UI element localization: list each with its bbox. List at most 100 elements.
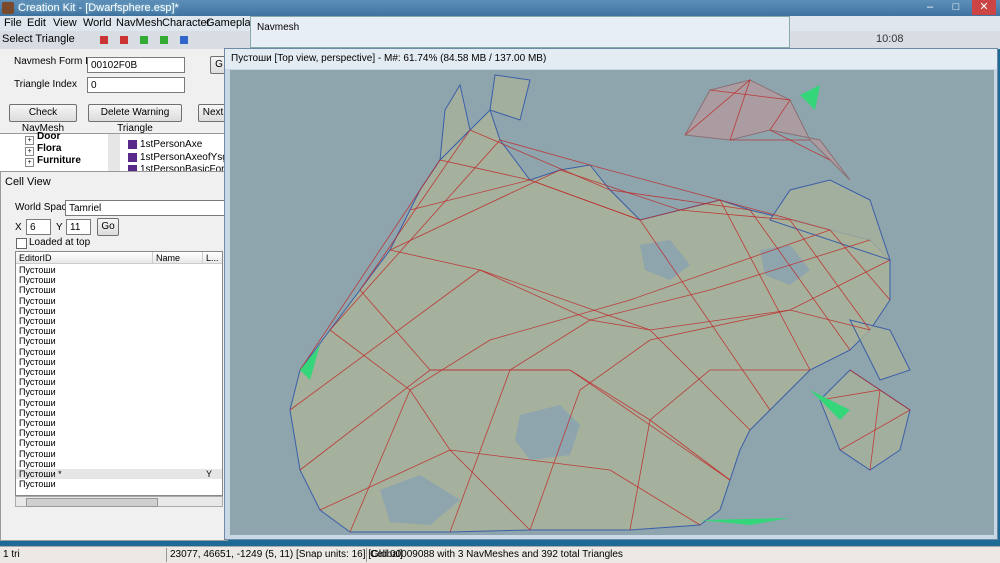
menu-navmesh[interactable]: NavMesh (116, 17, 162, 29)
list-item[interactable]: Пустоши (16, 408, 222, 418)
minimize-icon[interactable]: – (918, 0, 942, 15)
list-item[interactable]: Пустоши (16, 367, 222, 377)
form-id-input[interactable]: 00102F0B (87, 57, 185, 73)
column-loaded[interactable]: L... (203, 252, 222, 264)
maximize-icon[interactable]: □ (944, 0, 968, 15)
navmesh-window-title: Navmesh (257, 22, 300, 33)
list-item[interactable]: Пустоши (16, 438, 222, 448)
list-item[interactable]: Пустоши (16, 428, 222, 438)
cell-list[interactable]: EditorID Name L... Пустоши Пустоши Пустоши… (15, 251, 223, 496)
cell-editorid: Пустоши (19, 438, 56, 449)
navmesh-area-main (289, 109, 891, 533)
select-triangle-title: Select Triangle (2, 33, 75, 45)
list-item[interactable]: Пустоши (16, 316, 222, 326)
list-item[interactable]: Пустоши (16, 285, 222, 295)
window-title: Creation Kit - [Dwarfsphere.esp]* (18, 2, 179, 14)
close-icon[interactable]: ✕ (972, 0, 996, 15)
list-item[interactable]: Пустоши (16, 265, 222, 275)
tree-item-door[interactable]: Door (37, 131, 60, 142)
navmesh-viewport[interactable] (230, 70, 994, 535)
navmesh-area-lobe (489, 74, 531, 121)
list-item[interactable]: Пустоши (16, 418, 222, 428)
menu-gameplay[interactable]: Gameplay (206, 17, 256, 29)
cell-editorid: Пустоши (19, 448, 56, 459)
cell-editorid: Пустоши (19, 295, 56, 306)
expand-icon[interactable]: + (25, 147, 34, 156)
cell-view-window: Cell View World Space Tamriel X 6 Y 11 G… (0, 171, 228, 541)
app-icon (2, 2, 14, 14)
list-item[interactable]: Пустоши (16, 398, 222, 408)
form-icon (128, 140, 137, 149)
status-cell: Cell 00009088 with 3 NavMeshes and 392 t… (370, 549, 623, 560)
navmesh-window: Navmesh (250, 16, 790, 48)
cell-editorid: Пустоши (19, 407, 56, 418)
form-icon (128, 153, 137, 162)
navmesh-render[interactable] (230, 70, 994, 535)
object-window: + Door + Flora + Furniture 1stPersonAxe … (0, 131, 254, 175)
menu-file[interactable]: File (4, 17, 22, 29)
menu-character[interactable]: Character (162, 17, 210, 29)
render-window: Пустоши [Top view, perspective] - M#: 61… (224, 48, 998, 540)
status-coords: 23077, 46651, -1249 (5, 11) [Snap units:… (170, 549, 403, 560)
tree-item-flora[interactable]: Flora (37, 143, 61, 154)
loaded-at-top-label: Loaded at top (29, 237, 91, 248)
cell-editorid: Пустоши (19, 418, 56, 428)
x-label: X (15, 222, 22, 233)
list-item[interactable]: Пустоши (16, 275, 222, 285)
list-item[interactable]: Пустоши (16, 479, 222, 489)
list-item[interactable]: Пустоши (16, 306, 222, 316)
main-title-bar: Creation Kit - [Dwarfsphere.esp]* – □ ✕ (0, 0, 1000, 16)
cell-editorid: Пустоши (19, 265, 56, 275)
cell-editorid: Пустоши (19, 316, 56, 326)
cell-go-button[interactable]: Go (97, 218, 119, 236)
clock-text: 10:08 (876, 33, 904, 45)
list-item[interactable]: Пустоши (16, 336, 222, 346)
tree-item-furniture[interactable]: Furniture (37, 155, 81, 166)
selected-triangle (800, 85, 820, 110)
column-editorid[interactable]: EditorID (16, 252, 153, 264)
list-item[interactable]: Пустоши (16, 296, 222, 306)
list-item[interactable]: Пустоши (16, 387, 222, 397)
expand-icon[interactable]: + (25, 136, 34, 145)
list-item[interactable]: Пустоши (16, 326, 222, 336)
cell-editorid: Пустоши (19, 305, 56, 316)
cell-editorid: Пустоши (19, 275, 56, 286)
list-item[interactable]: Пустоши * Y (16, 469, 222, 480)
y-input[interactable]: 11 (66, 219, 91, 235)
list-item[interactable]: Пустоши (16, 449, 222, 459)
x-input[interactable]: 6 (26, 219, 51, 235)
triangle-index-input[interactable]: 0 (87, 77, 185, 93)
cell-editorid: Пустоши (19, 356, 56, 367)
cell-list-hscrollbar[interactable] (15, 496, 223, 507)
navmesh-area-island (849, 319, 911, 381)
loaded-at-top-checkbox[interactable] (16, 238, 27, 249)
column-name[interactable]: Name (153, 252, 203, 264)
expand-icon[interactable]: + (25, 158, 34, 167)
menu-world[interactable]: World (83, 17, 112, 29)
scroll-thumb[interactable] (26, 498, 158, 507)
status-separator (366, 548, 367, 562)
tree-scrollbar[interactable] (108, 134, 120, 172)
cell-view-title: Cell View (5, 176, 51, 188)
delete-warning-triangle-button[interactable]: Delete Warning Triangle (88, 104, 182, 134)
check-navmesh-button[interactable]: Check NavMesh (9, 104, 77, 134)
menu-edit[interactable]: Edit (27, 17, 46, 29)
menu-view[interactable]: View (53, 17, 77, 29)
status-separator (166, 548, 167, 562)
selected-triangle (700, 518, 790, 525)
y-label: Y (56, 222, 63, 233)
status-tri: 1 tri (3, 549, 20, 560)
list-item[interactable]: Пустоши (16, 459, 222, 469)
cell-editorid: Пустоши (19, 346, 56, 357)
form-id-label: Navmesh Form ID (14, 56, 96, 67)
cell-editorid: Пустоши (19, 326, 56, 337)
form-item[interactable]: 1stPersonAxe (140, 139, 202, 150)
list-item[interactable]: Пустоши (16, 377, 222, 387)
cell-editorid: Пустоши (19, 367, 56, 377)
world-space-select[interactable]: Tamriel (65, 200, 225, 216)
list-item[interactable]: Пустоши (16, 357, 222, 367)
world-space-label: World Space (15, 202, 73, 213)
list-item[interactable]: Пустоши (16, 347, 222, 357)
navmesh-area-upper (684, 79, 851, 181)
cell-editorid: Пустоши (19, 377, 56, 388)
